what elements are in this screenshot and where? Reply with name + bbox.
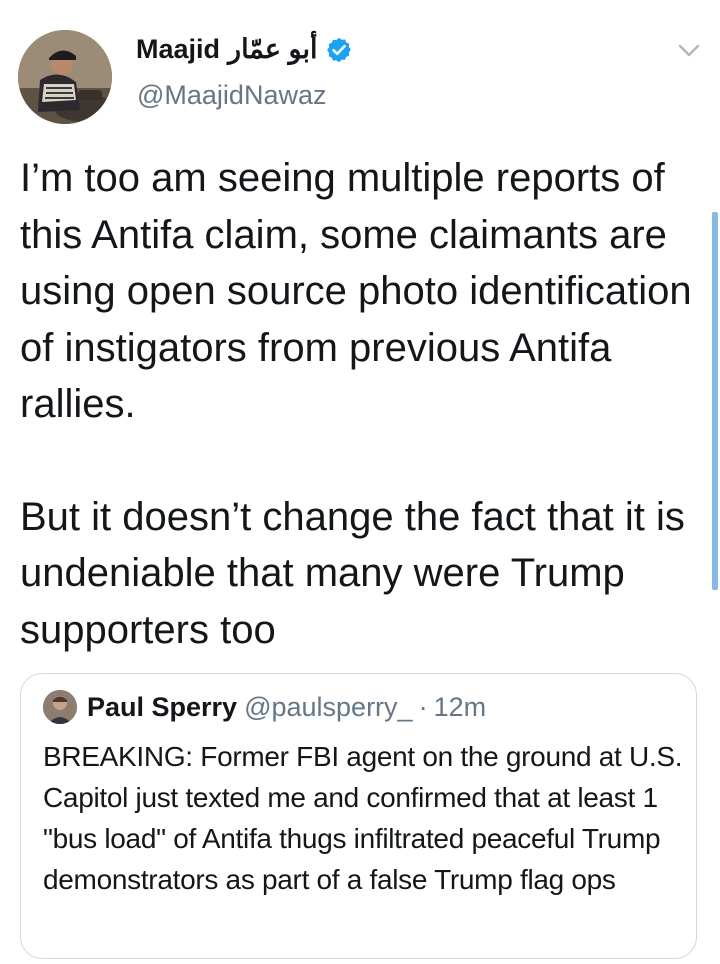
quoted-tweet-card[interactable]: Paul Sperry @paulsperry_ · 12m BREAKING:…	[20, 673, 697, 959]
quoted-separator: ·	[418, 691, 428, 722]
scrollbar[interactable]	[712, 212, 718, 590]
author-handle[interactable]: @MaajidNawaz	[137, 80, 326, 111]
author-name-row[interactable]: Maajid أبو عمّار	[136, 34, 353, 65]
avatar-photo	[18, 30, 112, 124]
quoted-author-handle: @paulsperry_	[244, 691, 413, 722]
verified-badge-icon	[327, 37, 352, 62]
quoted-tweet-text: BREAKING: Former FBI agent on the ground…	[43, 741, 683, 895]
quoted-author-avatar	[43, 690, 77, 724]
quoted-author-name: Paul Sperry	[87, 691, 238, 722]
quoted-avatar-photo	[43, 690, 77, 724]
author-name-arabic: أبو عمّار	[228, 34, 318, 64]
author-name: Maajid	[136, 34, 221, 64]
chevron-down-icon[interactable]	[677, 40, 701, 60]
author-avatar[interactable]	[18, 30, 112, 124]
tweet-paragraph-2: But it doesn’t change the fact that it i…	[20, 494, 685, 652]
quoted-timestamp: 12m	[433, 691, 487, 722]
quoted-tweet-header: Paul Sperry @paulsperry_ · 12m	[43, 690, 486, 724]
tweet-text: I’m too am seeing multiple reports of th…	[20, 150, 695, 658]
tweet-paragraph-1: I’m too am seeing multiple reports of th…	[20, 156, 692, 426]
